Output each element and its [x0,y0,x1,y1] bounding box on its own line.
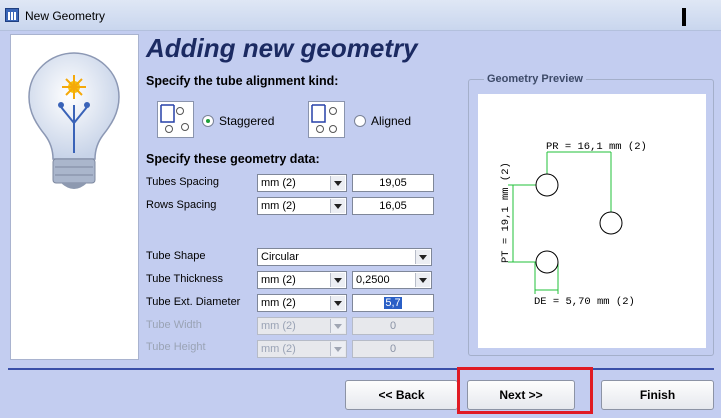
tube-width-unit-select: mm (2) [257,317,347,335]
tube-ext-diameter-value: 5,7 [384,297,402,309]
chevron-down-icon[interactable] [330,176,345,190]
dimension-lines [508,151,612,294]
tube-shape-value: Circular [261,251,299,263]
lightbulb-icon [28,52,120,189]
pt-dimension-label: PT = 19,1 mm (2) [500,162,512,263]
tubes-spacing-unit-value: mm (2) [261,177,296,189]
chevron-down-icon [330,342,345,356]
chevron-down-icon[interactable] [330,273,345,287]
next-button-highlight [457,367,593,414]
tube-width-label: Tube Width [146,319,202,331]
de-dimension-label: DE = 5,70 mm (2) [534,296,635,308]
tube-thickness-unit-select[interactable]: mm (2) [257,271,347,289]
tube-circle-middle [599,211,623,235]
back-button[interactable]: << Back [345,380,458,410]
footer-separator [8,368,714,370]
window-close-icon[interactable] [682,8,686,26]
tube-height-unit-value: mm (2) [261,343,296,355]
chevron-down-icon [330,319,345,333]
aligned-label[interactable]: Aligned [371,114,411,128]
aligned-radio[interactable] [354,115,366,127]
tube-width-value: 0 [389,320,397,332]
window-title: New Geometry [25,9,106,23]
tube-height-value: 0 [389,343,397,355]
chevron-down-icon[interactable] [330,296,345,310]
tube-shape-select[interactable]: Circular [257,248,432,266]
wizard-side-panel [10,34,139,360]
geometry-preview-canvas: PR = 16,1 mm (2) PT = 19,1 mm (2) DE = 5… [478,94,706,348]
alignment-section-label: Specify the tube alignment kind: [146,74,339,88]
chevron-down-icon[interactable] [415,273,430,287]
rows-spacing-input[interactable]: 16,05 [352,197,434,215]
tube-height-label: Tube Height [146,341,206,353]
chevron-down-icon[interactable] [415,250,430,264]
aligned-thumbnail[interactable] [308,101,345,138]
tube-circle-bottom [535,250,559,274]
tube-width-unit-value: mm (2) [261,320,296,332]
rows-spacing-value: 16,05 [379,200,407,212]
pr-dimension-label: PR = 16,1 mm (2) [546,141,647,153]
chevron-down-icon[interactable] [330,199,345,213]
geometry-preview-caption: Geometry Preview [484,73,586,85]
staggered-label[interactable]: Staggered [219,114,274,128]
tube-ext-diameter-unit-value: mm (2) [261,297,296,309]
tube-height-input: 0 [352,340,434,358]
tube-thickness-value: 0,2500 [356,274,390,286]
tube-thickness-unit-value: mm (2) [261,274,296,286]
app-window-icon [5,8,19,22]
staggered-radio[interactable] [202,115,214,127]
title-bar[interactable]: New Geometry [0,0,721,31]
finish-button[interactable]: Finish [601,380,714,410]
staggered-thumbnail[interactable] [157,101,194,138]
tubes-spacing-unit-select[interactable]: mm (2) [257,174,347,192]
tube-ext-diameter-unit-select[interactable]: mm (2) [257,294,347,312]
tube-circle-top [535,173,559,197]
rows-spacing-unit-value: mm (2) [261,200,296,212]
tube-thickness-select[interactable]: 0,2500 [352,271,432,289]
aligned-layout-icon [311,104,337,133]
rows-spacing-unit-select[interactable]: mm (2) [257,197,347,215]
tube-ext-diameter-input[interactable]: 5,7 [352,294,434,312]
tubes-spacing-label: Tubes Spacing [146,176,219,188]
staggered-layout-icon [160,104,189,133]
tube-shape-label: Tube Shape [146,250,206,262]
tubes-spacing-value: 19,05 [379,177,407,189]
tube-thickness-label: Tube Thickness [146,273,224,285]
geometry-section-label: Specify these geometry data: [146,152,320,166]
new-geometry-window: New Geometry Adding new geometry Specify… [0,0,721,418]
tubes-spacing-input[interactable]: 19,05 [352,174,434,192]
page-title: Adding new geometry [146,33,418,63]
tube-ext-diameter-label: Tube Ext. Diameter [146,296,241,308]
rows-spacing-label: Rows Spacing [146,199,217,211]
tube-width-input: 0 [352,317,434,335]
tube-height-unit-select: mm (2) [257,340,347,358]
